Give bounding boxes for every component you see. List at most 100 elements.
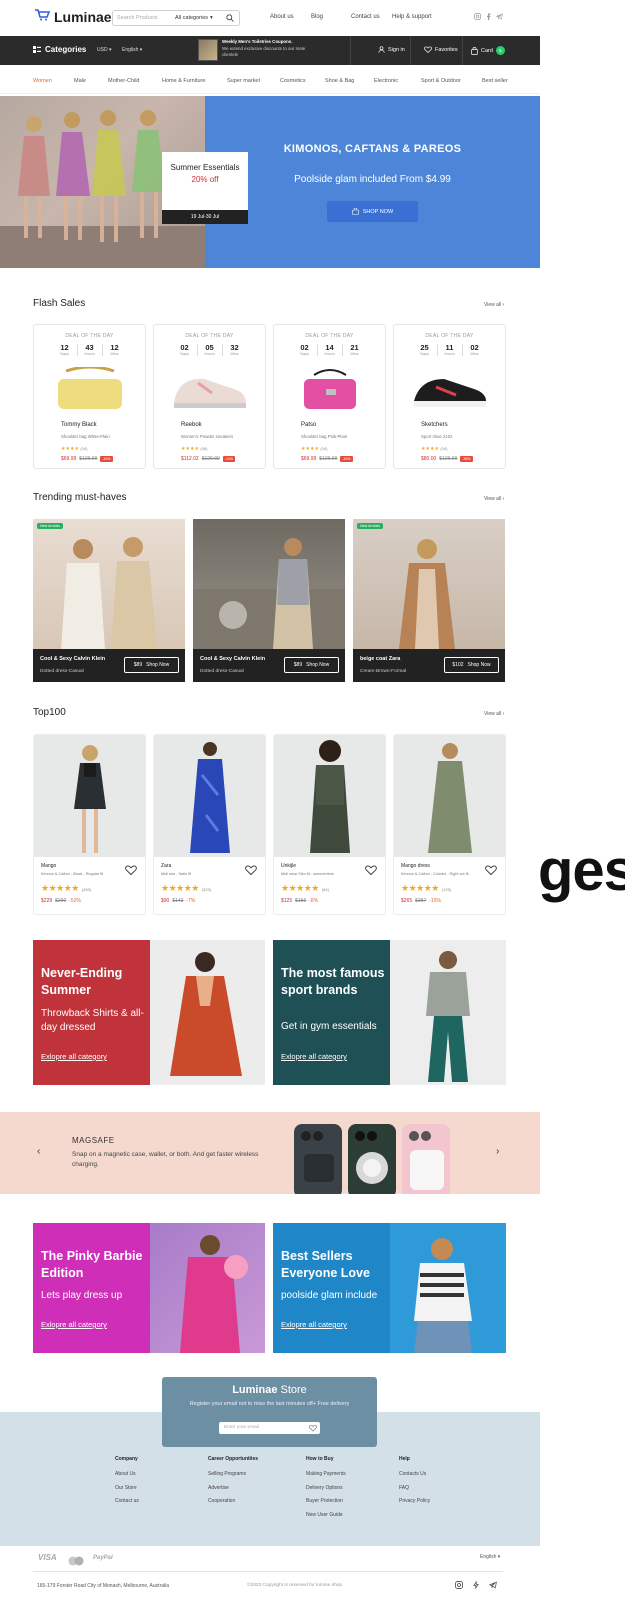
trending-card[interactable]: New Arrivals Cool & Sexy Calvin Klein Do… [33,519,185,682]
tab-mother-child[interactable]: Mother-Child [108,78,139,84]
footer-link[interactable]: Contacts Us [399,1471,430,1477]
link-help-support[interactable]: Help & support [392,14,432,20]
sign-in-link[interactable]: Sign in [378,46,405,53]
footer-link[interactable]: Making Payments [306,1471,346,1477]
promo-strip[interactable]: Weekly Men's Toiletries Coupons. We exte… [198,39,314,61]
language-select[interactable]: English ▾ [122,47,142,53]
chevron-left-icon[interactable]: ‹ [37,1146,40,1157]
promo-banner-summer[interactable]: Never-Ending Summer Throwback Shirts & a… [33,940,265,1085]
countdown-value: 25 [420,343,429,352]
tab-best-seller[interactable]: Best seller [482,78,508,84]
footer-link[interactable]: Our Store [115,1485,139,1491]
trending-card[interactable]: Cool & Sexy Calvin Klein Dotted dress-Ca… [193,519,345,682]
price-row: $228 $290 -52% [41,898,81,904]
trending-title: Trending must-haves [33,492,127,503]
footer-link[interactable]: About Us [115,1471,139,1477]
tab-super-market[interactable]: Super market [227,78,260,84]
logo[interactable]: Luminae [34,8,112,26]
tab-home-furniture[interactable]: Home & Furniture [162,78,205,84]
favorites-link[interactable]: Favorites [424,46,458,53]
chevron-down-icon: ▾ [210,15,213,21]
shop-now-button[interactable]: $102 Shop Now [444,657,499,673]
footer-link[interactable]: Selling Programs [208,1471,258,1477]
footer-link[interactable]: Buyer Protection [306,1498,346,1504]
tab-sport-outdoor[interactable]: Sport & Outdoor [421,78,461,84]
instagram-icon[interactable] [474,13,481,20]
telegram-icon[interactable] [496,13,503,20]
flash-sale-card[interactable]: DEAL OF THE DAY 12 Days 43 Hours 12 Mins Tommy … [33,324,146,469]
search-bar[interactable]: Search Products All categories ▾ [112,10,240,26]
email-input[interactable]: Enter your email [219,1422,320,1434]
flash-sale-card[interactable]: DEAL OF THE DAY 02 Days 05 Hours 32 Mins Reebok… [153,324,266,469]
product-brand: Patso [301,422,317,428]
bolt-icon[interactable] [472,1581,480,1589]
countdown-cell: 32 Mins [227,343,243,356]
top100-product-card[interactable]: Unkijle Midi wear Slim fit - summertime ★★… [273,734,386,915]
top100-product-card[interactable]: Mango dress Kimono & Caftan - Colorful - … [393,734,506,915]
favorites-label: Favorites [435,46,458,53]
explore-all-link[interactable]: Exlopre all category [41,1052,107,1061]
flash-sale-card[interactable]: DEAL OF THE DAY 25 Days 11 Hours 02 Mins Sketch… [393,324,506,469]
search-input[interactable]: Search Products [113,15,175,21]
explore-all-link[interactable]: Exlopre all category [41,1320,107,1329]
countdown-cell: 05 Hours [202,343,218,356]
footer-link[interactable]: Privacy Policy [399,1498,430,1504]
footer-link[interactable]: New User Guide [306,1512,346,1518]
product-image [394,735,505,857]
promo-banner-best-sellers[interactable]: Best Sellers Everyone Love poolside glam… [273,1223,506,1353]
footer-link[interactable]: Delivery Options [306,1485,346,1491]
footer-social-links [455,1581,497,1589]
countdown-divider [196,344,198,356]
link-contact-us[interactable]: Contact us [351,14,380,20]
tab-cosmetics[interactable]: Cosmetics [280,78,306,84]
footer-link[interactable]: Cooperation [208,1498,258,1504]
countdown-value: 14 [325,343,334,352]
facebook-icon[interactable] [485,13,492,20]
explore-all-link[interactable]: Exlopre all category [281,1052,347,1061]
price-row: $80.00 $129.99 -38% [421,456,473,462]
chevron-right-icon[interactable]: › [496,1146,499,1157]
search-icon[interactable] [223,11,237,25]
footer-language-select[interactable]: English ▾ [480,1554,500,1560]
top100-view-all-link[interactable]: View all › [484,711,504,717]
shop-now-button[interactable]: $89 Shop Now [284,657,339,673]
trending-view-all-link[interactable]: View all › [484,496,504,502]
flash-view-all-link[interactable]: View all › [484,302,504,308]
categories-button[interactable]: Categories [33,45,86,54]
link-about-us[interactable]: About us [270,14,294,20]
tab-male[interactable]: Male [74,78,86,84]
footer-link[interactable]: Advertise [208,1485,258,1491]
heart-icon[interactable] [365,864,377,876]
trending-price: $89 [293,662,303,668]
promo-banner-barbie[interactable]: The Pinky Barbie Edition Lets play dress… [33,1223,265,1353]
cart-link[interactable]: Card 5 [471,46,505,55]
telegram-icon[interactable] [489,1581,497,1589]
trending-card[interactable]: New Arrivals beige coat Zara Cream-Brown… [353,519,505,682]
heart-icon[interactable] [245,864,257,876]
tab-women[interactable]: Women [33,78,52,84]
tab-shoe-bag[interactable]: Shoe & Bag [325,78,354,84]
footer-link[interactable]: Contact us [115,1498,139,1504]
heart-icon[interactable] [125,864,137,876]
shop-now-button[interactable]: SHOP NOW [327,201,418,222]
currency-select[interactable]: USD ▾ [97,47,111,53]
price-original: $387 [415,898,427,904]
shop-now-button[interactable]: $89 Shop Now [124,657,179,673]
countdown-cell: 25 Days [417,343,433,356]
tab-electronic[interactable]: Electronic [374,78,398,84]
newsletter-text: Register your email not to miss the last… [189,1401,350,1407]
countdown-divider [316,344,318,356]
instagram-icon[interactable] [455,1581,463,1589]
heart-icon[interactable] [309,1424,317,1432]
footer-link[interactable]: FAQ [399,1485,430,1491]
flash-sale-card[interactable]: DEAL OF THE DAY 02 Days 14 Hours 21 Mins Patso S… [273,324,386,469]
categories-label: Categories [45,45,87,54]
link-blog[interactable]: Blog [311,14,323,20]
explore-all-link[interactable]: Exlopre all category [281,1320,347,1329]
category-select[interactable]: All categories ▾ [175,15,223,21]
top100-product-card[interactable]: Mango Kimono & Caftan - Black - Regular f… [33,734,146,915]
promo-banner-sport[interactable]: The most famous sport brands Get in gym … [273,940,506,1085]
top100-product-card[interactable]: Zara Midi sea - Satin fit ★★★★★ (323) $90 $14… [153,734,266,915]
price-original: $156 [295,898,307,904]
heart-icon[interactable] [485,864,497,876]
